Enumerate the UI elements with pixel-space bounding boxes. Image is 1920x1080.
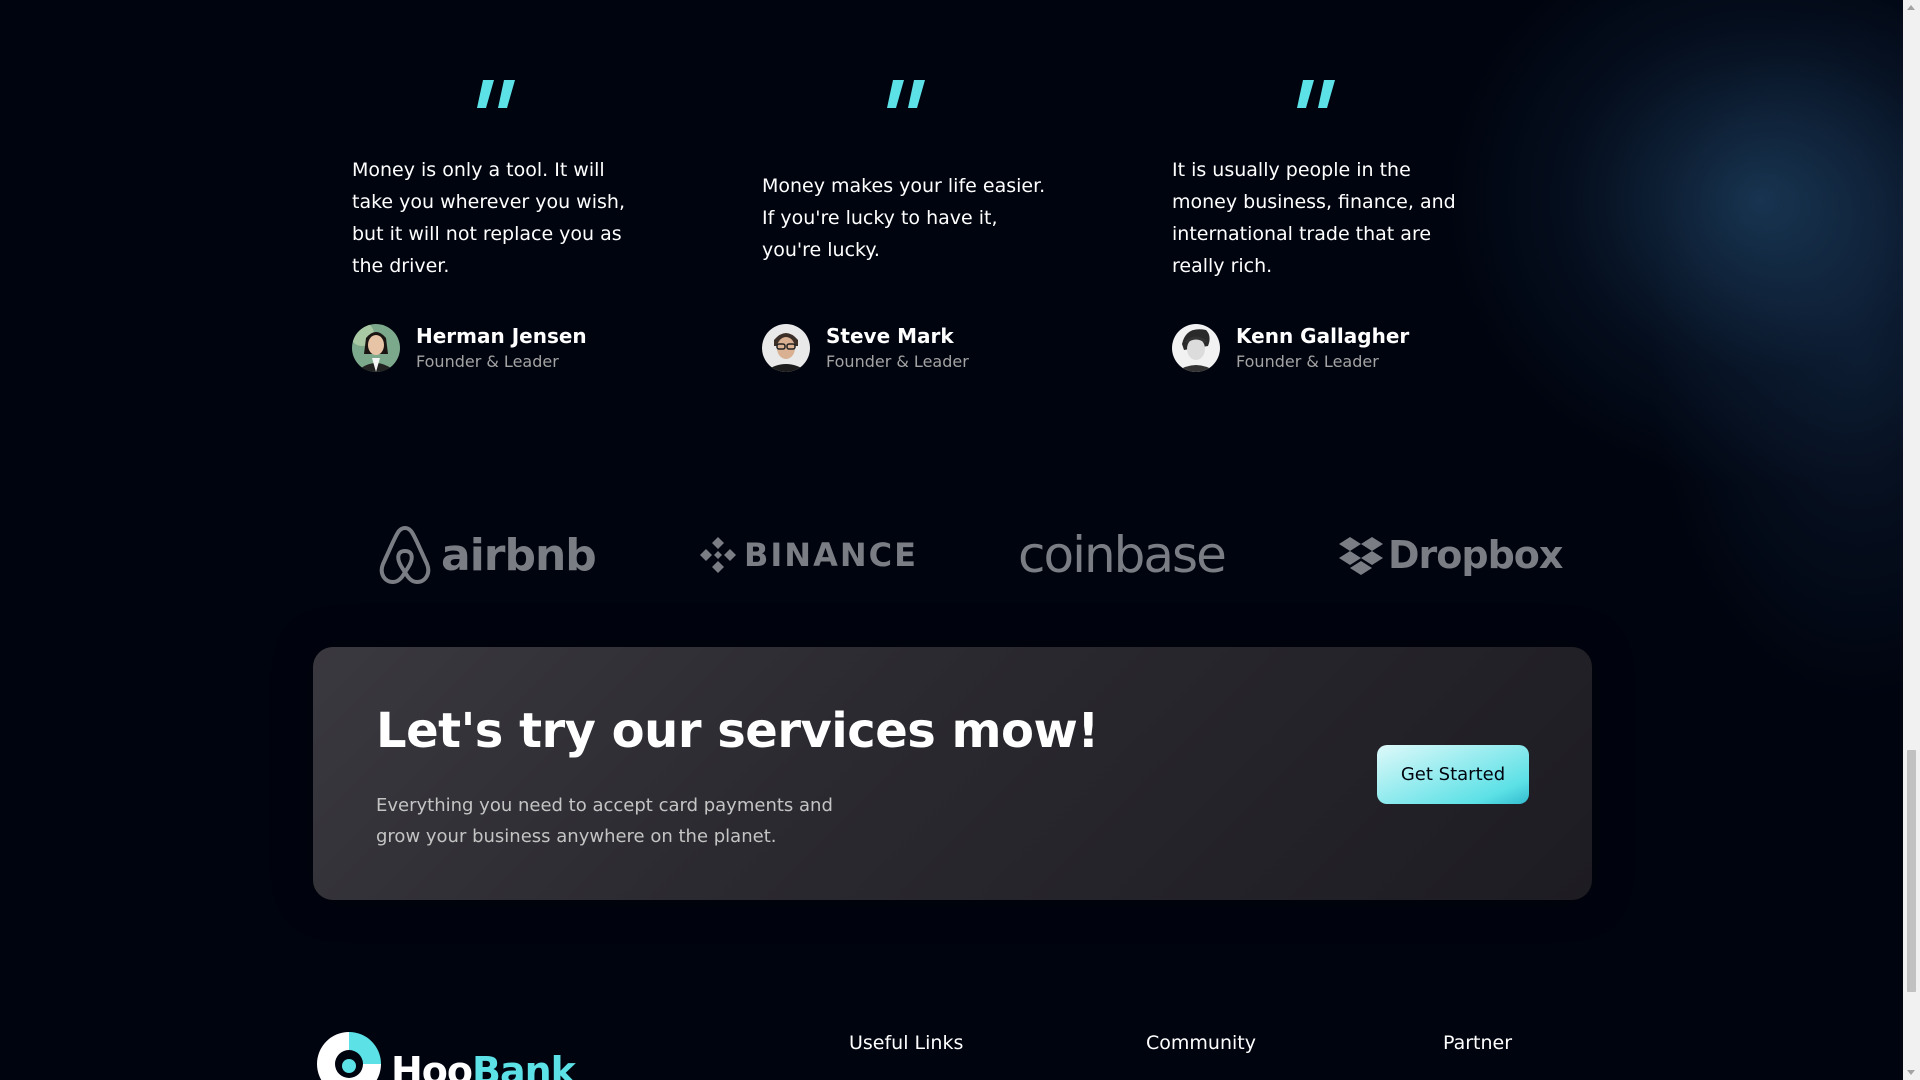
testimonial-card: Money makes your life easier. If you're … [762,80,1062,372]
airbnb-icon [379,526,431,584]
coinbase-wordmark: coinbase [1018,526,1227,584]
testimonial-card: It is usually people in the money busine… [1172,80,1472,372]
scroll-down-arrow-icon[interactable] [1907,1070,1915,1075]
author-name: Herman Jensen [416,324,587,348]
footer-column-community: Community [1146,1030,1256,1056]
quote-icon [477,80,515,108]
author-name: Kenn Gallagher [1236,324,1410,348]
quote-icon [1297,80,1335,108]
cta-description: Everything you need to accept card payme… [376,795,833,847]
client-logo-dropbox: Dropbox [1338,520,1563,590]
footer-logo[interactable]: HooBank [313,1028,576,1080]
scroll-up-arrow-icon[interactable] [1907,5,1915,10]
cta-title: Let's try our services mow! [376,703,1099,759]
get-started-button[interactable]: Get Started [1377,745,1529,804]
avatar [762,324,810,372]
dropbox-wordmark: Dropbox [1388,533,1563,577]
author-name: Steve Mark [826,324,954,348]
testimonial-author: Herman Jensen Founder & Leader [352,320,587,376]
testimonial-author: Steve Mark Founder & Leader [762,320,969,376]
vertical-scrollbar[interactable] [1903,0,1920,1080]
author-title: Founder & Leader [416,352,559,371]
dropbox-icon [1339,537,1383,575]
footer-column-partner: Partner [1443,1030,1512,1056]
hoobank-logo-icon [317,1032,381,1080]
testimonial-quote: It is usually people in the money busine… [1172,159,1456,277]
binance-wordmark: BINANCE [744,536,918,574]
author-title: Founder & Leader [826,352,969,371]
cta-section: Let's try our services mow! Everything y… [313,647,1592,900]
testimonial-quote: Money is only a tool. It will take you w… [352,159,625,277]
footer-column-useful-links: Useful Links [849,1030,963,1056]
footer-column-title: Useful Links [849,1032,964,1054]
client-logo-binance: BINANCE [698,520,918,590]
clients-row: airbnb BINANCE coinbase Dropbox [370,520,1563,590]
airbnb-wordmark: airbnb [441,529,597,581]
scrollbar-thumb[interactable] [1907,750,1916,992]
author-title: Founder & Leader [1236,352,1379,371]
testimonial-author: Kenn Gallagher Founder & Leader [1172,320,1409,376]
footer-logo-text: HooBank [391,1046,576,1080]
avatar [1172,324,1220,372]
client-logo-airbnb: airbnb [377,520,597,590]
logo-text-part2: Bank [472,1049,576,1080]
testimonial-quote: Money makes your life easier. If you're … [762,175,1046,261]
avatar [352,324,400,372]
testimonial-card: Money is only a tool. It will take you w… [352,80,652,372]
footer-column-title: Community [1146,1032,1256,1054]
logo-text-part1: Hoo [391,1049,473,1080]
binance-icon [700,537,736,573]
client-logo-coinbase: coinbase [1018,520,1227,590]
page: Money is only a tool. It will take you w… [0,0,1920,1080]
quote-icon [887,80,925,108]
footer-column-title: Partner [1443,1032,1513,1054]
